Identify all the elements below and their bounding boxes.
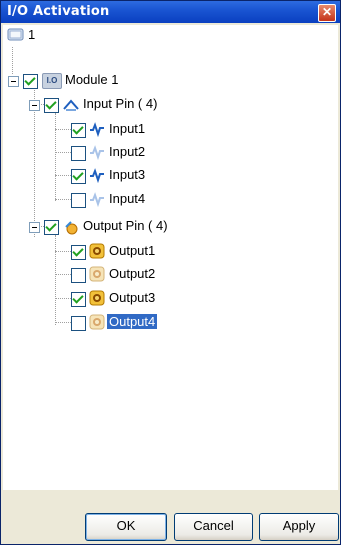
input1-label: Input1 (109, 121, 146, 136)
output-pin-label: Output Pin ( 4) (83, 218, 168, 233)
input4-checkbox[interactable] (71, 193, 86, 208)
tree-node-output-pin[interactable]: Output Pin ( 4) (3, 215, 333, 237)
io-activation-dialog: I/O Activation ✕ 1 I.O Module 1 Input Pi… (0, 0, 341, 545)
tree-node-input-pin[interactable]: Input Pin ( 4) (3, 93, 333, 115)
output-inactive-icon (89, 314, 105, 330)
module-label: Module 1 (65, 72, 119, 87)
close-button[interactable]: ✕ (318, 4, 336, 22)
module-checkbox[interactable] (23, 74, 38, 89)
input2-label: Input2 (109, 144, 146, 159)
tree-node-input3[interactable]: Input3 (3, 164, 333, 186)
output-pin-icon (65, 221, 78, 235)
ok-button[interactable]: OK (85, 513, 167, 541)
tree-node-output2[interactable]: Output2 (3, 263, 333, 285)
output2-checkbox[interactable] (71, 268, 86, 283)
collapse-toggle[interactable] (29, 222, 40, 233)
tree-node-root-label: 1 (28, 27, 36, 42)
input-pin-icon (63, 99, 79, 111)
collapse-toggle[interactable] (29, 100, 40, 111)
workstation-icon (7, 28, 24, 41)
input-pin-checkbox[interactable] (44, 98, 59, 113)
input4-label: Input4 (109, 191, 146, 206)
tree-node-output1[interactable]: Output1 (3, 240, 333, 262)
tree-node-input4[interactable]: Input4 (3, 188, 333, 210)
apply-button[interactable]: Apply (259, 513, 339, 541)
output1-label: Output1 (109, 243, 156, 258)
output4-checkbox[interactable] (71, 316, 86, 331)
tree-node-module[interactable]: I.O Module 1 (3, 69, 333, 91)
signal-active-icon (90, 122, 104, 137)
input1-checkbox[interactable] (71, 123, 86, 138)
input3-checkbox[interactable] (71, 169, 86, 184)
output3-label: Output3 (109, 290, 156, 305)
tree-node-input1[interactable]: Input1 (3, 118, 333, 140)
output-pin-checkbox[interactable] (44, 220, 59, 235)
input3-label: Input3 (109, 167, 146, 182)
tree-view: 1 I.O Module 1 Input Pin ( 4) Input1 Inp… (3, 25, 338, 490)
output-inactive-icon (89, 266, 105, 282)
signal-inactive-icon (90, 145, 104, 160)
output3-checkbox[interactable] (71, 292, 86, 307)
module-icon: I.O (42, 73, 62, 89)
input2-checkbox[interactable] (71, 146, 86, 161)
output-active-icon (89, 290, 105, 306)
tree-node-output3[interactable]: Output3 (3, 287, 333, 309)
signal-active-icon (90, 168, 104, 183)
input-pin-label: Input Pin ( 4) (83, 96, 158, 111)
output4-label: Output4 (107, 314, 158, 329)
close-icon: ✕ (321, 5, 333, 19)
title-bar[interactable]: I/O Activation ✕ (1, 1, 340, 23)
tree-node-root[interactable]: 1 (3, 25, 333, 47)
dialog-title: I/O Activation (7, 4, 110, 19)
collapse-toggle[interactable] (8, 76, 19, 87)
output-active-icon (89, 243, 105, 259)
output2-label: Output2 (109, 266, 156, 281)
tree-node-input2[interactable]: Input2 (3, 141, 333, 163)
tree-node-output4[interactable]: Output4 (3, 311, 333, 333)
signal-inactive-icon (90, 192, 104, 207)
output1-checkbox[interactable] (71, 245, 86, 260)
cancel-button[interactable]: Cancel (174, 513, 253, 541)
